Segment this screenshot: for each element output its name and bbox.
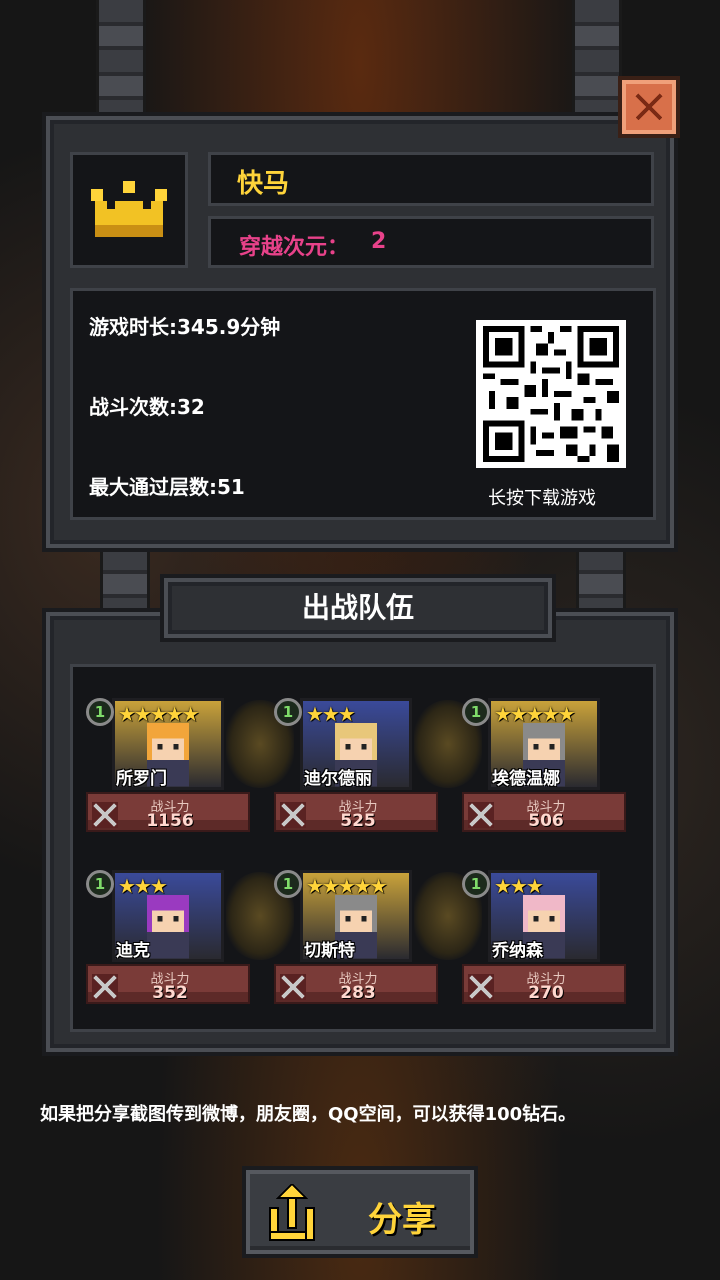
name-box: 快马 [208,152,654,206]
power-bar: 战斗力 352 [86,964,250,1004]
hero-level: 1 [462,870,490,898]
share-label: 分享 [368,1200,436,1240]
hero-card[interactable]: 1 ★★★ 迪尔德丽 战斗力 525 [274,698,442,838]
hero-card[interactable]: 1 ★★★★★ 切斯特 战斗力 283 [274,870,442,1010]
share-button[interactable]: 分享 [242,1166,478,1258]
hero-card[interactable]: 1 ★★★★★ 埃德温娜 战斗力 506 [462,698,630,838]
hero-level: 1 [274,870,302,898]
battles-text: 战斗次数:32 [89,395,205,419]
power-value: 283 [340,983,376,1003]
power-bar: 战斗力 270 [462,964,626,1004]
crown-icon [91,181,167,237]
hero-level: 1 [86,698,114,726]
hero-card[interactable]: 1 ★★★★★ 所罗门 战斗力 1156 [86,698,254,838]
team-title: 出战队伍 [160,574,556,642]
playtime-text: 游戏时长:345.9分钟 [89,315,281,339]
qr-caption: 长按下载游戏 [488,488,596,509]
hero-level: 1 [462,698,490,726]
share-icon [269,1184,315,1241]
hero-name: 迪尔德丽 [304,769,372,789]
qr-code[interactable] [476,320,626,468]
chain-left-mid [100,548,150,608]
share-notice: 如果把分享截图传到微博，朋友圈，QQ空间，可以获得100钻石。 [40,1104,577,1125]
power-bar: 战斗力 506 [462,792,626,832]
crown-frame [70,152,188,268]
chain-right-mid [576,548,626,608]
hero-stars: ★★★ [494,874,544,898]
hero-stars: ★★★★★ [306,874,388,898]
power-value: 1156 [146,811,194,831]
hero-name: 埃德温娜 [492,769,560,789]
power-value: 525 [340,811,376,831]
dimension-label: 穿越次元： [239,235,350,260]
power-value: 270 [528,983,564,1003]
hero-stars: ★★★★★ [118,702,200,726]
power-bar: 战斗力 1156 [86,792,250,832]
hero-name: 所罗门 [116,769,167,789]
chain-left-top [96,0,146,118]
hero-card[interactable]: 1 ★★★ 乔纳森 战斗力 270 [462,870,630,1010]
hero-level: 1 [274,698,302,726]
hero-level: 1 [86,870,114,898]
hero-stars: ★★★ [118,874,168,898]
player-name: 快马 [237,169,290,199]
close-button[interactable] [618,76,680,138]
dimension-box: 穿越次元： 2 [208,216,654,268]
power-bar: 战斗力 283 [274,964,438,1004]
hero-name: 切斯特 [304,941,355,961]
power-value: 352 [152,983,188,1003]
hero-stars: ★★★★★ [494,702,576,726]
max-floor-text: 最大通过层数:51 [89,475,245,499]
hero-name: 迪克 [116,941,150,961]
hero-name: 乔纳森 [492,941,543,961]
hero-card[interactable]: 1 ★★★ 迪克 战斗力 352 [86,870,254,1010]
close-icon [635,93,663,121]
power-bar: 战斗力 525 [274,792,438,832]
dimension-value: 2 [371,229,387,254]
hero-stars: ★★★ [306,702,356,726]
chain-right-top [572,0,622,118]
power-value: 506 [528,811,564,831]
